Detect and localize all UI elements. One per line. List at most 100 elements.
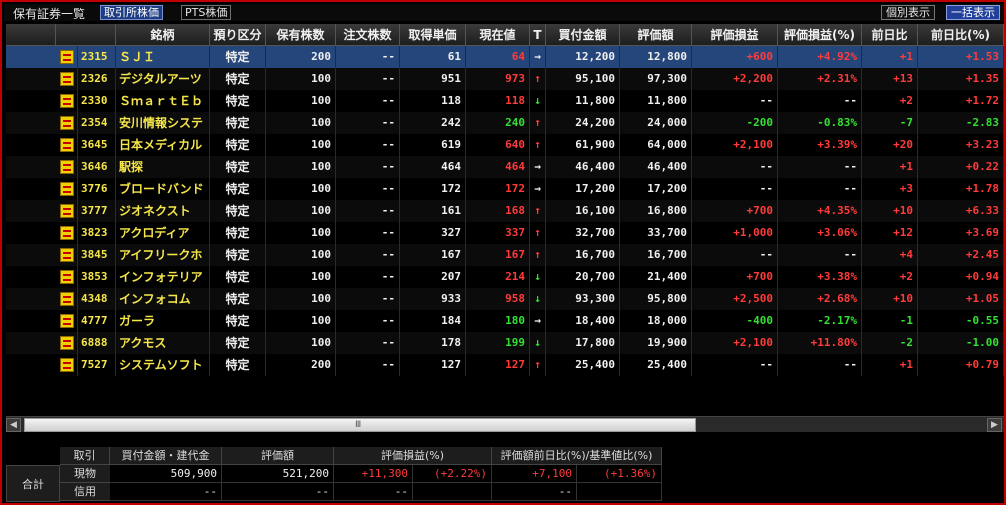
table-row[interactable]: 7527 システムソフト 特定 200 -- 127 127 ↑ 25,400 25,400 -- -… — [6, 354, 1004, 376]
order-icon[interactable] — [56, 222, 78, 244]
cell-account-type: 特定 — [210, 332, 266, 354]
cell-change: +1 — [862, 156, 918, 178]
cell-trend: → — [530, 310, 546, 332]
table-row[interactable]: 3646 駅探 特定 100 -- 464 464 → 46,400 46,400 -- -- +1 +0… — [6, 156, 1004, 178]
scroll-thumb[interactable]: Ⅲ — [24, 418, 696, 432]
cell-value: 17,200 — [620, 178, 692, 200]
cell-cost: 161 — [400, 200, 466, 222]
cell-change-pct: +1.05 — [918, 288, 1004, 310]
cell-cost: 207 — [400, 266, 466, 288]
cell-shares: 100 — [266, 112, 336, 134]
column-header-order-shares[interactable]: 注文株数 — [336, 24, 400, 46]
order-icon[interactable] — [56, 68, 78, 90]
horizontal-scrollbar[interactable]: ◀ Ⅲ ▶ — [6, 416, 1004, 432]
cell-price: 127 — [466, 354, 530, 376]
order-icon[interactable] — [56, 46, 78, 68]
trade-arrows-icon — [59, 204, 74, 218]
cell-order-shares: -- — [336, 112, 400, 134]
cell-account-type: 特定 — [210, 200, 266, 222]
cell-order-shares: -- — [336, 134, 400, 156]
column-header-pl-pct[interactable]: 評価損益(%) — [778, 24, 862, 46]
order-icon[interactable] — [56, 134, 78, 156]
cell-account-type: 特定 — [210, 134, 266, 156]
cell-trend: ↓ — [530, 332, 546, 354]
order-icon[interactable] — [56, 354, 78, 376]
column-header-buy-amount[interactable]: 買付金額 — [546, 24, 620, 46]
table-row[interactable]: 2330 ＳｍａｒｔＥｂ 特定 100 -- 118 118 ↓ 11,800 11,800 -- -… — [6, 90, 1004, 112]
column-header-account-type[interactable]: 預り区分 — [210, 24, 266, 46]
stock-code: 4777 — [78, 310, 116, 332]
table-row[interactable]: 4777 ガーラ 特定 100 -- 184 180 → 18,400 18,000 -400 -2.… — [6, 310, 1004, 332]
stock-code: 3823 — [78, 222, 116, 244]
order-icon[interactable] — [56, 200, 78, 222]
cell-stock-name: インフォテリア — [116, 266, 210, 288]
table-row[interactable]: 3776 ブロードバンド 特定 100 -- 172 172 → 17,200 17,200 -- -… — [6, 178, 1004, 200]
cell-shares: 200 — [266, 354, 336, 376]
order-icon[interactable] — [56, 178, 78, 200]
summary-header-change: 評価額前日比(%)/基準値比(%) — [492, 447, 662, 465]
order-icon[interactable] — [56, 244, 78, 266]
column-header-stock-name[interactable]: 銘柄 — [116, 24, 210, 46]
holdings-table: 銘柄 預り区分 保有株数 注文株数 取得単価 現在値 T 買付金額 評価額 評価損益 評価損益(%)… — [6, 24, 1004, 414]
cell-buy-amount: 17,200 — [546, 178, 620, 200]
individual-view-button[interactable]: 個別表示 — [881, 5, 935, 20]
order-icon[interactable] — [56, 310, 78, 332]
table-row[interactable]: 3845 アイフリークホ 特定 100 -- 167 167 ↑ 16,700 16,700 -- -… — [6, 244, 1004, 266]
cell-order-shares: -- — [336, 222, 400, 244]
cell-order-shares: -- — [336, 244, 400, 266]
cell-cost: 619 — [400, 134, 466, 156]
order-icon[interactable] — [56, 156, 78, 178]
column-header-trend[interactable]: T — [530, 24, 546, 46]
column-header-icon[interactable] — [56, 24, 116, 46]
cell-trend: ↓ — [530, 90, 546, 112]
scroll-left-icon[interactable]: ◀ — [6, 418, 21, 432]
cell-change: -1 — [862, 310, 918, 332]
table-row[interactable]: 4348 インフォコム 特定 100 -- 933 958 ↓ 93,300 95,800 +2,5… — [6, 288, 1004, 310]
table-row[interactable]: 2326 デジタルアーツ 特定 100 -- 951 973 ↑ 95,100 97,300 +2,… — [6, 68, 1004, 90]
tab-pts-price[interactable]: PTS株価 — [181, 5, 232, 20]
cell-pl-pct: +4.35% — [778, 200, 862, 222]
bulk-view-button[interactable]: 一括表示 — [946, 5, 1000, 20]
table-row[interactable]: 3853 インフォテリア 特定 100 -- 207 214 ↓ 20,700 21,400 +70… — [6, 266, 1004, 288]
table-row[interactable]: 3645 日本メディカル 特定 100 -- 619 640 ↑ 61,900 64,000 +2,… — [6, 134, 1004, 156]
order-icon[interactable] — [56, 288, 78, 310]
order-icon[interactable] — [56, 112, 78, 134]
table-row[interactable]: 3777 ジオネクスト 特定 100 -- 161 168 ↑ 16,100 16,800 +700… — [6, 200, 1004, 222]
cell-cost: 184 — [400, 310, 466, 332]
column-header-blank[interactable] — [6, 24, 56, 46]
scroll-right-icon[interactable]: ▶ — [987, 418, 1002, 432]
cell-pl: -- — [692, 156, 778, 178]
order-icon[interactable] — [56, 332, 78, 354]
column-header-shares[interactable]: 保有株数 — [266, 24, 336, 46]
summary-header-pl: 評価損益(%) — [334, 447, 492, 465]
order-icon[interactable] — [56, 90, 78, 112]
cell-value: 19,900 — [620, 332, 692, 354]
cell-pl: +2,500 — [692, 288, 778, 310]
trade-arrows-icon — [59, 50, 74, 64]
cell-value: 21,400 — [620, 266, 692, 288]
cell-change-pct: +1.78 — [918, 178, 1004, 200]
cell-shares: 100 — [266, 222, 336, 244]
cell-price: 958 — [466, 288, 530, 310]
cell-buy-amount: 32,700 — [546, 222, 620, 244]
stock-code: 4348 — [78, 288, 116, 310]
table-row[interactable]: 6888 アクモス 特定 100 -- 178 199 ↓ 17,800 19,900 +2,100… — [6, 332, 1004, 354]
column-header-change[interactable]: 前日比 — [862, 24, 918, 46]
table-row[interactable]: 3823 アクロディア 特定 100 -- 327 337 ↑ 32,700 33,700 +1,0… — [6, 222, 1004, 244]
column-header-change-pct[interactable]: 前日比(%) — [918, 24, 1004, 46]
order-icon[interactable] — [56, 266, 78, 288]
cell-shares: 100 — [266, 156, 336, 178]
column-header-value[interactable]: 評価額 — [620, 24, 692, 46]
cell-change-pct: +1.72 — [918, 90, 1004, 112]
summary-table: 合計 取引 買付金額・建代金 評価額 評価損益(%) 評価額前日比(%)/基準値… — [6, 447, 662, 503]
column-header-cost[interactable]: 取得単価 — [400, 24, 466, 46]
cell-pl-pct: +3.06% — [778, 222, 862, 244]
stock-code: 2315 — [78, 46, 116, 68]
stock-code: 3776 — [78, 178, 116, 200]
tab-exchange-price[interactable]: 取引所株価 — [100, 5, 163, 20]
window-title: 保有証券一覧 — [13, 7, 86, 21]
table-row[interactable]: 2354 安川情報システ 特定 100 -- 242 240 ↑ 24,200 24,000 -20… — [6, 112, 1004, 134]
column-header-price[interactable]: 現在値 — [466, 24, 530, 46]
column-header-pl[interactable]: 評価損益 — [692, 24, 778, 46]
table-row[interactable]: 2315 ＳＪＩ 特定 200 -- 61 64 → 12,200 12,800 +600 +4.92… — [6, 46, 1004, 68]
